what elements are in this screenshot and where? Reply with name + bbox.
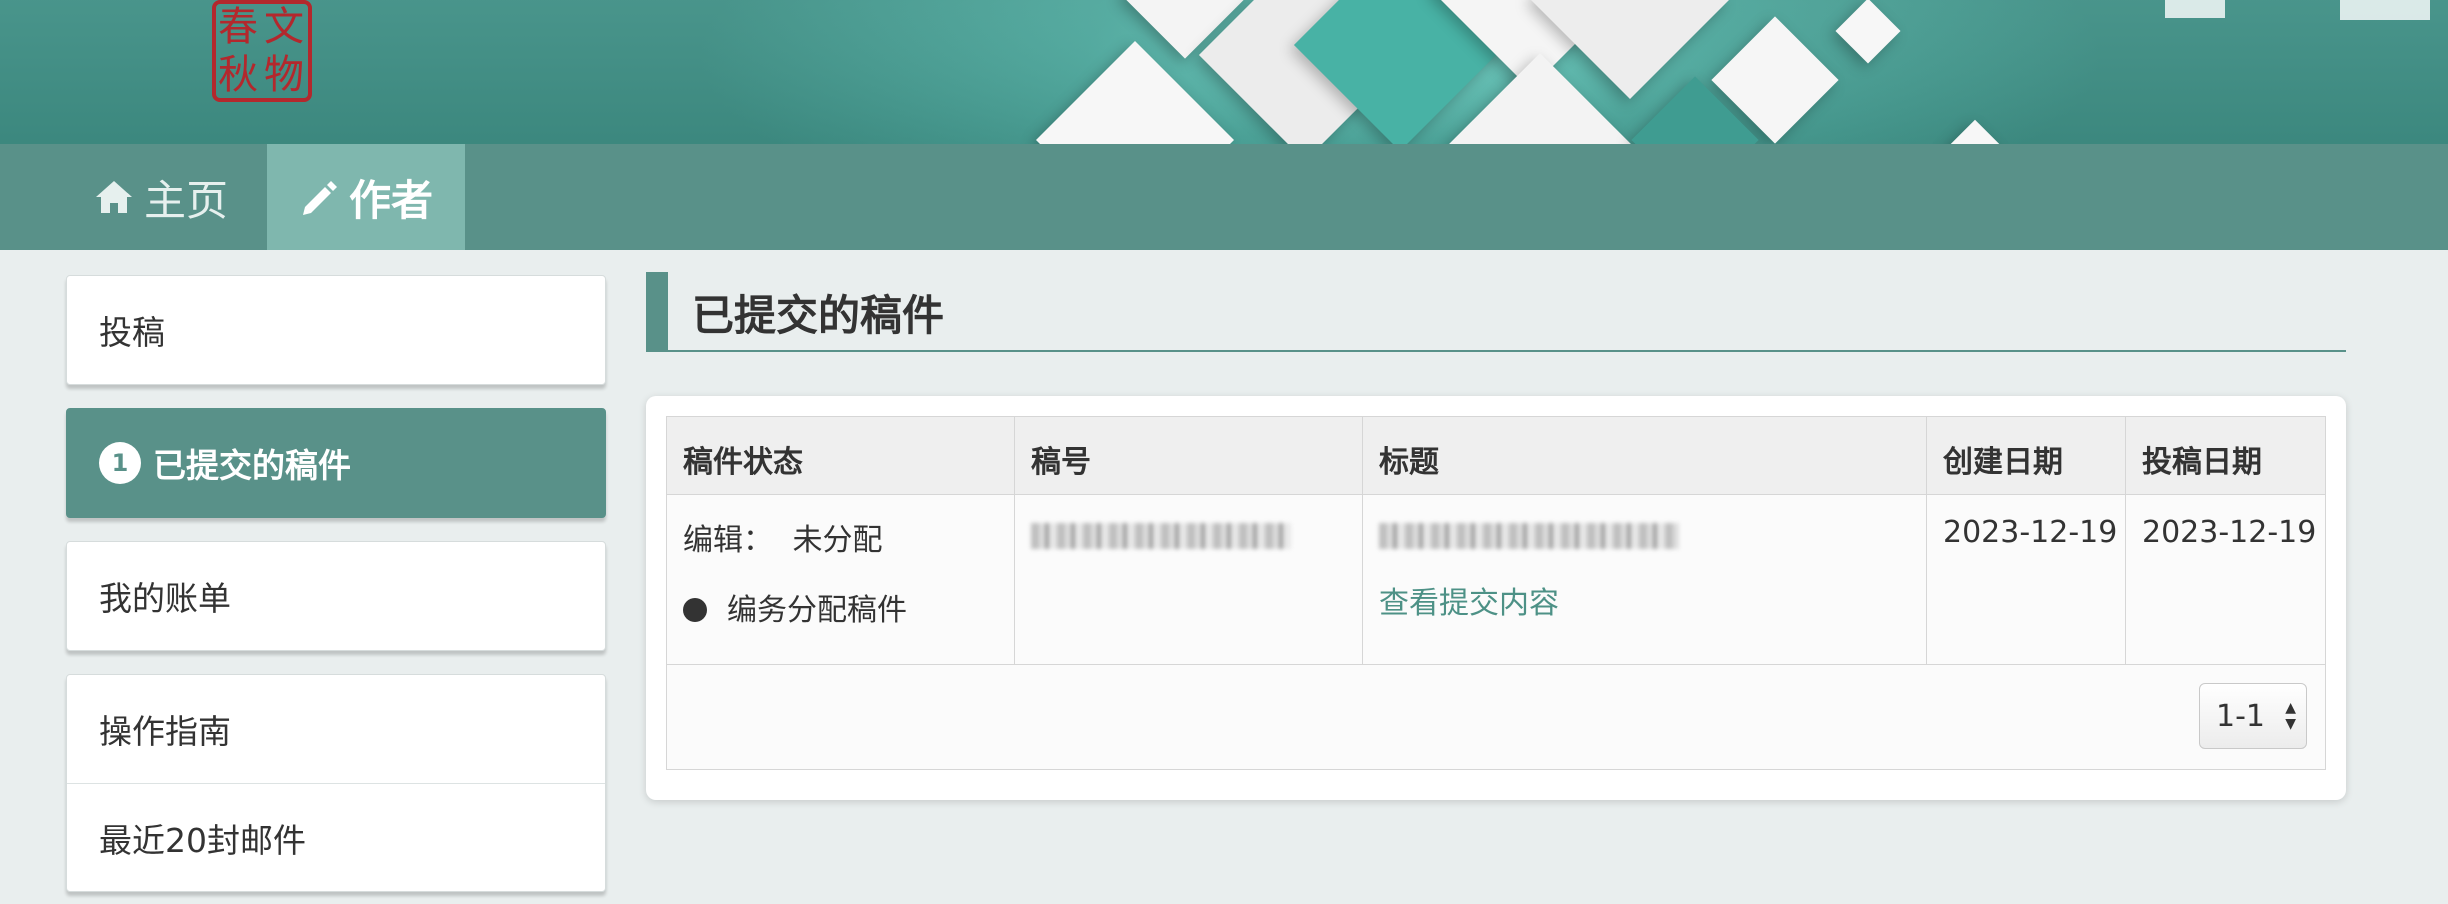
select-arrows-icon: ▲ ▼	[2285, 700, 2296, 732]
column-header-submitted: 投稿日期	[2142, 445, 2262, 480]
pencil-icon	[302, 181, 337, 215]
heading-accent-bar	[646, 272, 668, 350]
cell-manuscript-id	[1015, 495, 1363, 664]
column-header-manuscript-id: 稿号	[1015, 417, 1363, 494]
main-nav: 主页 作者	[0, 144, 2448, 250]
banner-pixel	[2340, 0, 2430, 20]
cell-created-date: 2023-12-19	[1927, 495, 2126, 664]
table-header-row: 稿件状态 稿号 标题 创建日期 投稿日期	[667, 417, 2325, 495]
view-submission-link[interactable]: 查看提交内容	[1379, 578, 1926, 622]
status-note: 编务分配稿件	[727, 593, 907, 628]
logo-seal-icon: 春 文 秋 物	[212, 0, 312, 102]
pagination-value: 1-1	[2216, 698, 2265, 734]
sidebar-card-help: 操作指南 最近20封邮件	[66, 674, 606, 892]
cell-title: 查看提交内容	[1363, 495, 1927, 664]
logo-char: 春	[218, 4, 258, 50]
sidebar-card-submit: 投稿	[66, 275, 606, 385]
sidebar-item-label: 已提交的稿件	[153, 446, 351, 485]
sidebar-item-submit[interactable]: 投稿	[67, 276, 605, 384]
logo-char: 物	[264, 52, 304, 98]
pagination-select[interactable]: 1-1 ▲ ▼	[2199, 683, 2307, 749]
nav-item-label: 主页	[144, 175, 229, 225]
sidebar-item-guide[interactable]: 操作指南	[67, 675, 605, 783]
column-header-status: 稿件状态	[667, 417, 1015, 494]
banner-pixel	[2165, 0, 2225, 18]
logo-char: 文	[264, 4, 304, 50]
column-header-created: 创建日期	[1927, 417, 2126, 494]
table-row: 编辑： 未分配 编务分配稿件 查看提交内容 2023-12-19 2023-12…	[667, 495, 2325, 665]
redacted-manuscript-id	[1031, 522, 1291, 549]
status-label: 编辑：	[683, 523, 773, 558]
nav-item-label: 作者	[348, 175, 433, 225]
submissions-table: 稿件状态 稿号 标题 创建日期 投稿日期 编辑： 未分配 编务分配稿件 查看提交…	[666, 416, 2326, 770]
page-title: 已提交的稿件	[692, 291, 945, 340]
status-note-line: 编务分配稿件	[683, 585, 1014, 629]
header-banner: 春 文 秋 物	[0, 0, 2448, 144]
bullet-icon	[683, 598, 707, 622]
count-badge: 1	[99, 442, 141, 484]
home-icon	[96, 181, 132, 213]
cell-submitted-date: 2023-12-19	[2142, 515, 2317, 550]
nav-item-home[interactable]: 主页	[94, 144, 264, 250]
sidebar-item-submitted[interactable]: 1 已提交的稿件	[67, 409, 605, 517]
page-heading: 已提交的稿件	[646, 272, 2346, 352]
status-value: 未分配	[792, 523, 883, 558]
table-footer: 1-1 ▲ ▼	[667, 665, 2325, 769]
column-header-title: 标题	[1363, 417, 1927, 494]
sidebar-item-billing[interactable]: 我的账单	[67, 542, 605, 650]
status-line: 编辑： 未分配	[683, 515, 1014, 559]
submissions-panel: 稿件状态 稿号 标题 创建日期 投稿日期 编辑： 未分配 编务分配稿件 查看提交…	[646, 396, 2346, 800]
logo-char: 秋	[218, 52, 258, 98]
cell-status: 编辑： 未分配 编务分配稿件	[667, 495, 1015, 664]
redacted-title	[1379, 522, 1679, 549]
nav-item-author[interactable]: 作者	[267, 144, 465, 250]
sidebar-item-emails[interactable]: 最近20封邮件	[67, 783, 605, 891]
sidebar-card-billing: 我的账单	[66, 541, 606, 651]
sidebar-card-submitted: 1 已提交的稿件	[66, 408, 606, 518]
